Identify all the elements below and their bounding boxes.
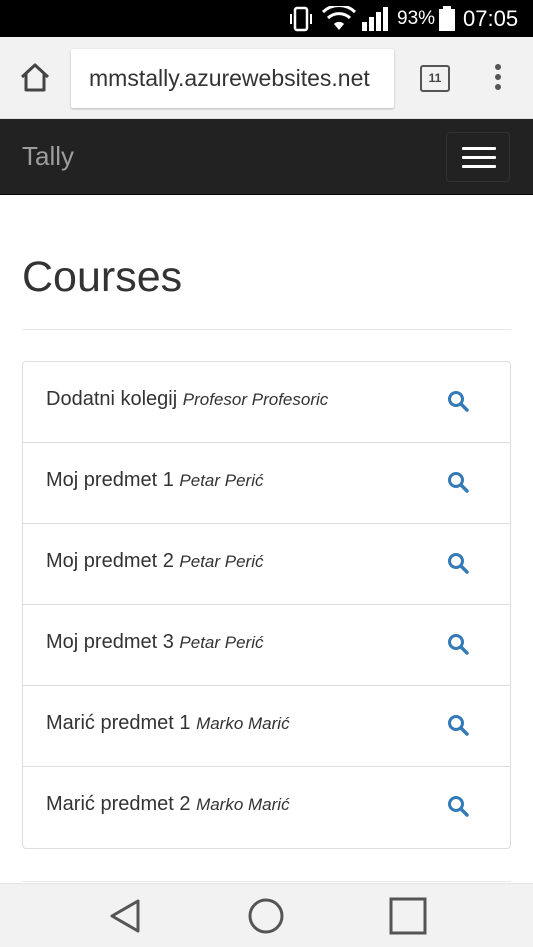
list-item[interactable]: Moj predmet 2 Petar Perić xyxy=(23,524,510,605)
page-title: Courses xyxy=(22,253,183,301)
course-professor: Petar Perić xyxy=(179,552,264,571)
app-navbar: Tally xyxy=(0,119,533,195)
navbar-toggle-button[interactable] xyxy=(446,132,510,182)
course-professor: Marko Marić xyxy=(196,795,290,814)
course-name: Moj predmet 2 xyxy=(46,550,174,572)
address-bar[interactable]: mmstally.azurewebsites.net xyxy=(71,49,394,108)
course-professor: Marko Marić xyxy=(196,714,290,733)
tabs-icon[interactable]: 11 xyxy=(420,65,450,92)
brand-link[interactable]: Tally xyxy=(22,141,74,172)
course-professor: Petar Perić xyxy=(179,633,264,652)
search-icon[interactable] xyxy=(446,389,470,413)
course-name: Marić predmet 2 xyxy=(46,793,191,815)
url-text[interactable]: mmstally.azurewebsites.net xyxy=(89,65,370,92)
search-icon[interactable] xyxy=(446,713,470,737)
home-icon[interactable] xyxy=(18,61,52,95)
back-icon[interactable] xyxy=(106,896,146,936)
course-list: Dodatni kolegij Profesor Profesoric Moj … xyxy=(22,361,511,849)
clock: 07:05 xyxy=(463,6,519,31)
status-bar: 93% 07:05 xyxy=(0,0,533,37)
search-icon[interactable] xyxy=(446,470,470,494)
search-icon[interactable] xyxy=(446,551,470,575)
footer-divider xyxy=(22,881,511,882)
course-professor: Profesor Profesoric xyxy=(182,390,329,409)
overflow-menu-icon[interactable] xyxy=(490,64,506,94)
course-professor: Petar Perić xyxy=(179,471,264,490)
course-name: Moj predmet 3 xyxy=(46,631,174,653)
vibrate-icon xyxy=(290,6,312,32)
title-divider xyxy=(22,329,511,330)
recents-icon[interactable] xyxy=(388,896,428,936)
course-name: Dodatni kolegij xyxy=(46,388,178,410)
hamburger-icon xyxy=(462,147,496,150)
list-item[interactable]: Moj predmet 1 Petar Perić xyxy=(23,443,510,524)
home-circle-icon[interactable] xyxy=(246,896,286,936)
signal-icon xyxy=(362,7,388,31)
list-item[interactable]: Marić predmet 2 Marko Marić xyxy=(23,767,510,848)
battery-percent: 93% xyxy=(397,8,436,29)
course-name: Marić predmet 1 xyxy=(46,712,191,734)
list-item[interactable]: Marić predmet 1 Marko Marić xyxy=(23,686,510,767)
battery-icon xyxy=(439,6,455,31)
list-item[interactable]: Moj predmet 3 Petar Perić xyxy=(23,605,510,686)
course-name: Moj predmet 1 xyxy=(46,469,174,491)
search-icon[interactable] xyxy=(446,632,470,656)
wifi-icon xyxy=(322,6,356,30)
browser-toolbar: mmstally.azurewebsites.net 11 xyxy=(0,37,533,119)
system-nav-bar xyxy=(0,883,533,947)
list-item[interactable]: Dodatni kolegij Profesor Profesoric xyxy=(23,362,510,443)
search-icon[interactable] xyxy=(446,794,470,818)
